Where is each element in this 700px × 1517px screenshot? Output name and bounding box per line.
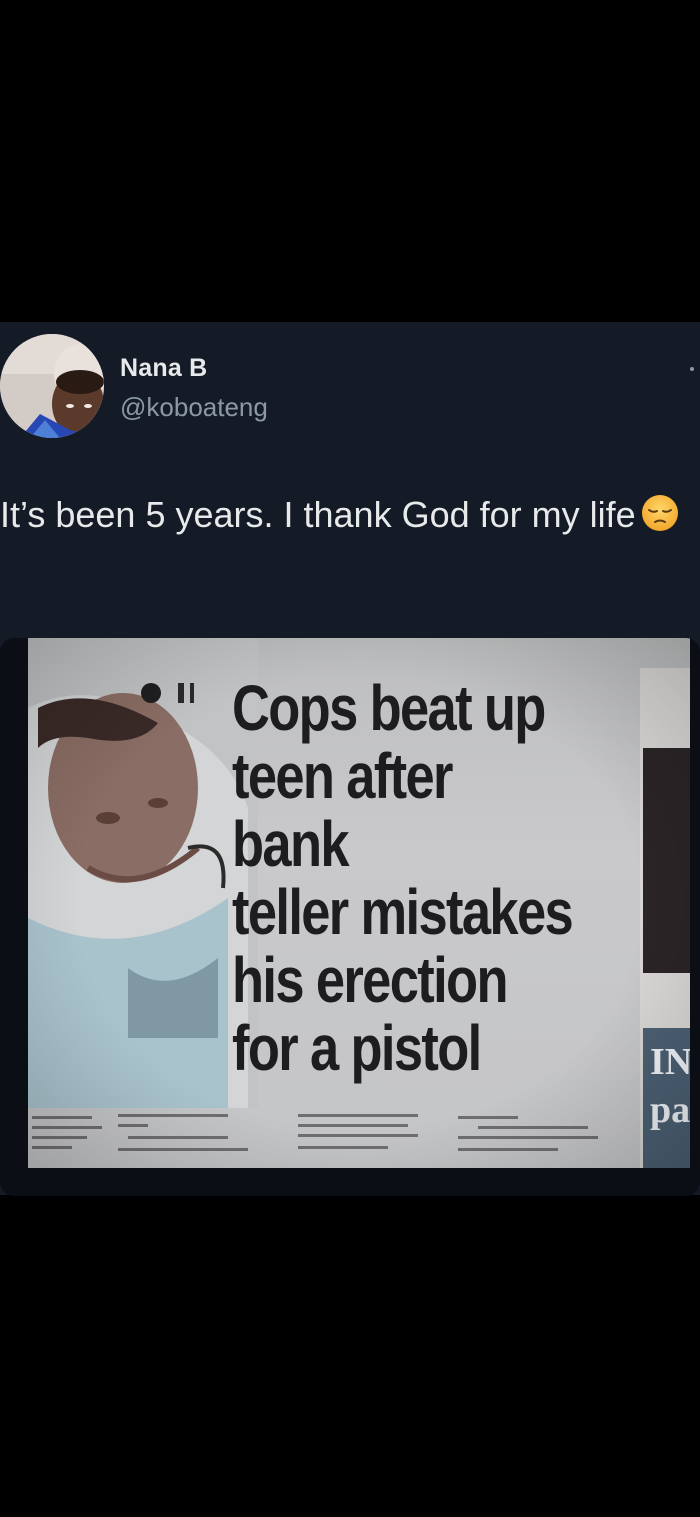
hospital-photo xyxy=(28,638,258,1108)
newspaper-clipping: Cops beat up teen after bank teller mist… xyxy=(28,638,690,1168)
pensive-face-icon xyxy=(641,495,678,531)
avatar[interactable] xyxy=(0,334,104,438)
adjacent-banner-line: IN xyxy=(650,1041,690,1083)
adjacent-banner-text: IN pa xyxy=(650,1038,690,1134)
headline-line: for a pistol xyxy=(232,1012,482,1084)
tweet-text-body: It’s been 5 years. I thank God for my li… xyxy=(0,494,636,535)
article-body-text xyxy=(32,1114,598,1151)
adjacent-photo xyxy=(643,748,690,973)
headline-line: teller mistakes xyxy=(232,876,574,948)
tweet-media[interactable]: Cops beat up teen after bank teller mist… xyxy=(0,638,700,1196)
headline-line: his erection xyxy=(232,944,509,1016)
headline-line: Cops beat up xyxy=(232,672,546,744)
headline-line: teen after bank xyxy=(232,740,453,880)
display-name[interactable]: Nana B xyxy=(120,354,207,383)
avatar-photo xyxy=(0,334,104,438)
tweet-text: It’s been 5 years. I thank God for my li… xyxy=(0,487,690,543)
more-dot-icon[interactable] xyxy=(690,367,694,371)
user-handle[interactable]: @koboateng xyxy=(120,392,268,423)
tweet-card: Nana B @koboateng It’s been 5 years. I t… xyxy=(0,322,700,1196)
newspaper-headline: Cops beat up teen after bank teller mist… xyxy=(232,674,576,1082)
adjacent-banner-line: pa xyxy=(650,1089,690,1131)
